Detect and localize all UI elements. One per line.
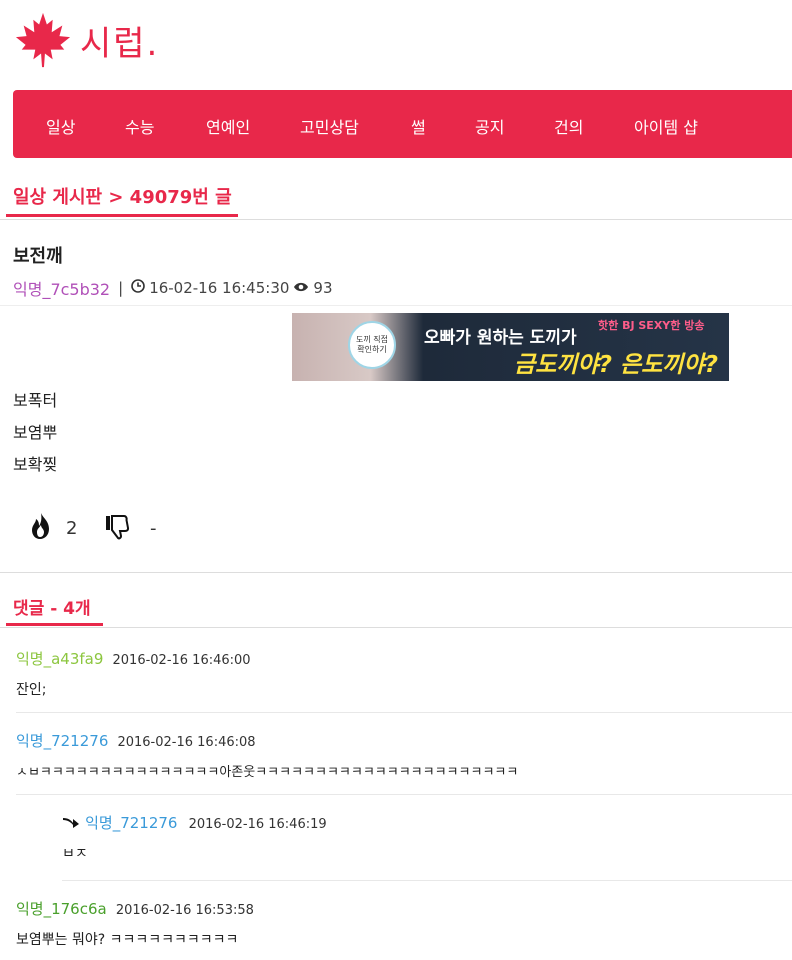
comment-time: 2016-02-16 16:46:00: [112, 653, 251, 668]
post-time: 16-02-16 16:45:30: [149, 279, 290, 297]
main-nav: 일상 수능 연예인 고민상담 썰 공지 건의 아이템 샵: [13, 90, 792, 158]
comment-time: 2016-02-16 16:53:58: [115, 903, 254, 918]
comments-title-underline: [6, 623, 103, 626]
comment-time: 2016-02-16 16:46:08: [117, 735, 256, 750]
thumbs-down-icon: [104, 512, 130, 545]
comment-divider: [16, 794, 792, 795]
comment-author[interactable]: 익명_721276: [16, 732, 108, 750]
reply-arrow-icon: [62, 813, 85, 832]
nav-item-story[interactable]: 썰: [411, 114, 426, 138]
dislike-button[interactable]: -: [104, 512, 157, 545]
maple-leaf-icon: [15, 12, 71, 68]
meta-separator: |: [118, 279, 124, 297]
ad-corner-label: 핫한 BJ SEXY한 방송: [598, 319, 705, 332]
ad-cta-circle[interactable]: 도끼 직접 확인하기: [348, 321, 396, 369]
like-count: 2: [66, 518, 78, 539]
comment-text: ㅂㅈ: [62, 846, 88, 862]
post-title: 보전깨: [13, 246, 63, 267]
site-logo[interactable]: 시럽.: [14, 8, 159, 72]
comments-title: 댓글 - 4개: [13, 599, 91, 619]
fire-icon: [28, 512, 54, 545]
like-button[interactable]: 2: [28, 512, 77, 545]
comment-divider: [16, 712, 792, 713]
nav-item-suggest[interactable]: 건의: [554, 114, 583, 138]
nav-item-daily[interactable]: 일상: [46, 114, 75, 138]
section-divider: [0, 572, 792, 573]
comment-item: 익명_176c6a 2016-02-16 16:53:58 보염뿌는 뭐야? ㅋ…: [16, 898, 792, 949]
dislike-count: -: [150, 518, 157, 539]
post-views: 93: [313, 279, 333, 297]
post-author[interactable]: 익명_7c5b32: [13, 276, 110, 300]
comment-item: 익명_a43fa9 2016-02-16 16:46:00 잔인;: [16, 648, 792, 699]
meta-divider: [0, 305, 792, 306]
comment-divider: [62, 880, 792, 881]
comment-text: 잔인;: [16, 682, 47, 698]
nav-item-celebrity[interactable]: 연예인: [206, 114, 250, 138]
comment-item: 익명_721276 2016-02-16 16:46:08 ㅅㅂㅋㅋㅋㅋㅋㅋㅋㅋ…: [16, 730, 792, 780]
ad-tagline: 금도끼야? 은도끼야?: [514, 352, 718, 378]
comment-text: 보염뿌는 뭐야? ㅋㅋㅋㅋㅋㅋㅋㅋㅋㅋ: [16, 932, 239, 948]
ad-banner[interactable]: 도끼 직접 확인하기 오빠가 원하는 도끼가 금도끼야? 은도끼야? 핫한 BJ…: [292, 313, 729, 381]
comment-text: ㅅㅂㅋㅋㅋㅋㅋㅋㅋㅋㅋㅋㅋㅋㅋㅋㅋ아존웃ㅋㅋㅋㅋㅋㅋㅋㅋㅋㅋㅋㅋㅋㅋㅋㅋㅋㅋㅋㅋ…: [16, 765, 519, 780]
ad-cta-line2: 확인하기: [357, 345, 387, 354]
nav-item-notice[interactable]: 공지: [475, 114, 504, 138]
board-header: 일상 게시판 > 49079번 글: [0, 168, 792, 220]
post-meta: 익명_7c5b32 | 16-02-16 16:45:30 93: [13, 276, 333, 300]
comment-time: 2016-02-16 16:46:19: [188, 817, 327, 832]
clock-icon: [131, 279, 145, 297]
comments-header: 댓글 - 4개: [0, 582, 792, 628]
nav-item-counsel[interactable]: 고민상담: [300, 114, 359, 138]
comment-author[interactable]: 익명_176c6a: [16, 900, 107, 918]
board-title[interactable]: 일상 게시판 > 49079번 글: [13, 183, 232, 209]
post-body-line: 보폭터: [13, 391, 58, 410]
comment-reply-item: 익명_721276 2016-02-16 16:46:19 ㅂㅈ: [62, 812, 782, 863]
nav-item-exam[interactable]: 수능: [125, 114, 154, 138]
comment-author[interactable]: 익명_a43fa9: [16, 650, 103, 668]
post-body-line: 보염뿌: [13, 423, 58, 442]
site-name: 시럽.: [80, 23, 160, 64]
eye-icon: [293, 279, 309, 297]
nav-item-shop[interactable]: 아이템 샵: [634, 114, 698, 138]
board-title-underline: [6, 214, 238, 217]
comment-author[interactable]: 익명_721276: [85, 814, 177, 832]
post-body-line: 보확찢: [13, 455, 58, 474]
ad-cta-line1: 도끼 직접: [356, 335, 388, 344]
